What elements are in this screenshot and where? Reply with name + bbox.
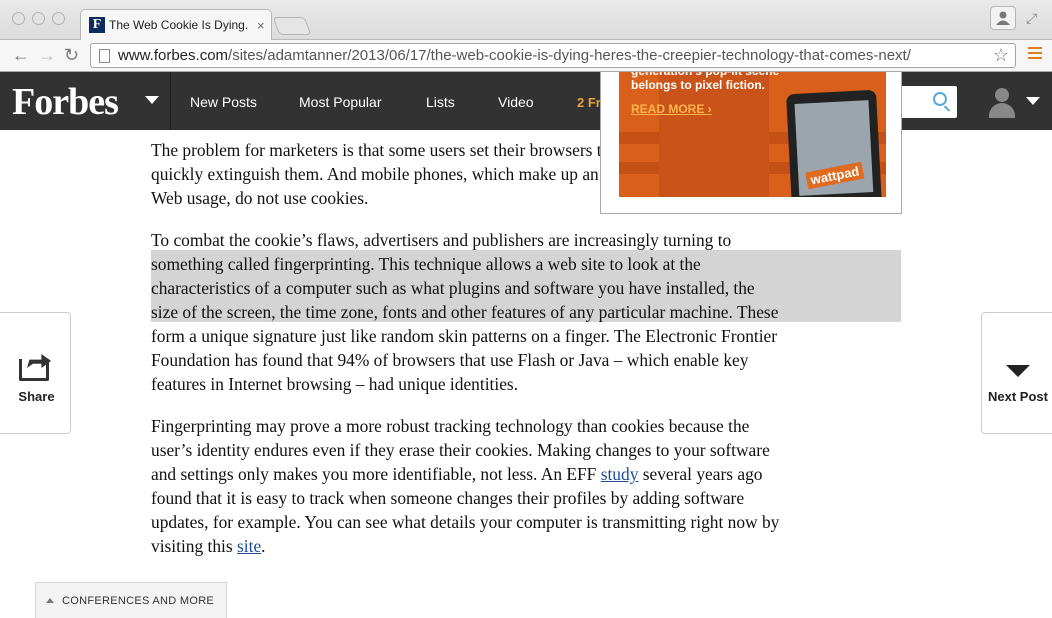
share-icon [19, 351, 53, 381]
chevron-down-icon[interactable] [1026, 97, 1040, 105]
chevron-down-icon [1006, 365, 1030, 377]
url-host: www.forbes.com [118, 47, 229, 64]
paragraph-text: . [261, 536, 266, 556]
site-link[interactable]: site [237, 536, 261, 556]
browser-menu-icon[interactable] [1028, 47, 1042, 62]
study-link[interactable]: study [601, 464, 639, 484]
conferences-label: CONFERENCES AND MORE [62, 594, 215, 607]
paragraph: To combat the cookie’s flaws, advertiser… [151, 228, 781, 396]
new-tab-button[interactable] [272, 17, 312, 35]
browser-tab[interactable]: F The Web Cookie Is Dying. Here's The Cr… [80, 9, 272, 40]
nav-lists[interactable]: Lists [426, 94, 455, 110]
chevron-down-icon[interactable] [145, 96, 159, 104]
zoom-window-button[interactable] [52, 12, 65, 25]
nav-video[interactable]: Video [498, 94, 534, 110]
ad-text: generation's pop-lit scene belongs to pi… [631, 72, 779, 92]
search-input[interactable] [895, 86, 957, 118]
search-icon[interactable] [933, 92, 947, 106]
share-panel[interactable]: Share [0, 312, 71, 434]
conferences-tab[interactable]: CONFERENCES AND MORE [35, 582, 227, 618]
tablet-image: wattpad [786, 89, 882, 197]
tab-close-icon[interactable]: × [257, 18, 265, 33]
nav-free-issues[interactable]: 2 Fr [577, 95, 601, 110]
url-path: /sites/adamtanner/2013/06/17/the-web-coo… [228, 47, 911, 64]
fullscreen-icon[interactable]: ⤢ [1026, 10, 1037, 27]
forbes-favicon-icon: F [89, 17, 105, 33]
nav-new-posts[interactable]: New Posts [190, 94, 257, 110]
forward-button[interactable]: → [38, 45, 56, 66]
url-text: www.forbes.com/sites/adamtanner/2013/06/… [118, 47, 911, 64]
tab-title: The Web Cookie Is Dying. Here's The Cree… [109, 18, 249, 32]
page-icon [99, 48, 110, 63]
ad-popup[interactable]: wattpad generation's pop-lit scene belon… [600, 72, 902, 214]
ad-read-more-link[interactable]: READ MORE › [631, 102, 712, 116]
ad-image[interactable]: wattpad generation's pop-lit scene belon… [619, 72, 886, 197]
back-button[interactable]: ← [12, 45, 30, 66]
nav-most-popular[interactable]: Most Popular [299, 94, 381, 110]
ad-brand: wattpad [805, 161, 865, 190]
next-post-panel[interactable]: Next Post [981, 312, 1052, 434]
address-bar[interactable]: www.forbes.com/sites/adamtanner/2013/06/… [90, 43, 1016, 68]
divider [170, 72, 171, 130]
forbes-logo[interactable]: Forbes [12, 80, 119, 124]
browser-tabbar: F The Web Cookie Is Dying. Here's The Cr… [0, 0, 1052, 40]
share-label: Share [18, 389, 55, 404]
minimize-window-button[interactable] [32, 12, 45, 25]
bookmark-star-icon[interactable]: ☆ [993, 45, 1009, 66]
user-avatar[interactable] [986, 86, 1018, 118]
chevron-up-icon [46, 598, 54, 603]
profile-button[interactable] [990, 6, 1016, 30]
close-window-button[interactable] [12, 12, 25, 25]
paragraph: Fingerprinting may prove a more robust t… [151, 414, 781, 558]
person-icon [996, 11, 1010, 25]
reload-button[interactable]: ↻ [64, 45, 79, 66]
browser-toolbar: ← → ↻ www.forbes.com/sites/adamtanner/20… [0, 40, 1052, 72]
next-post-label: Next Post [988, 389, 1048, 404]
